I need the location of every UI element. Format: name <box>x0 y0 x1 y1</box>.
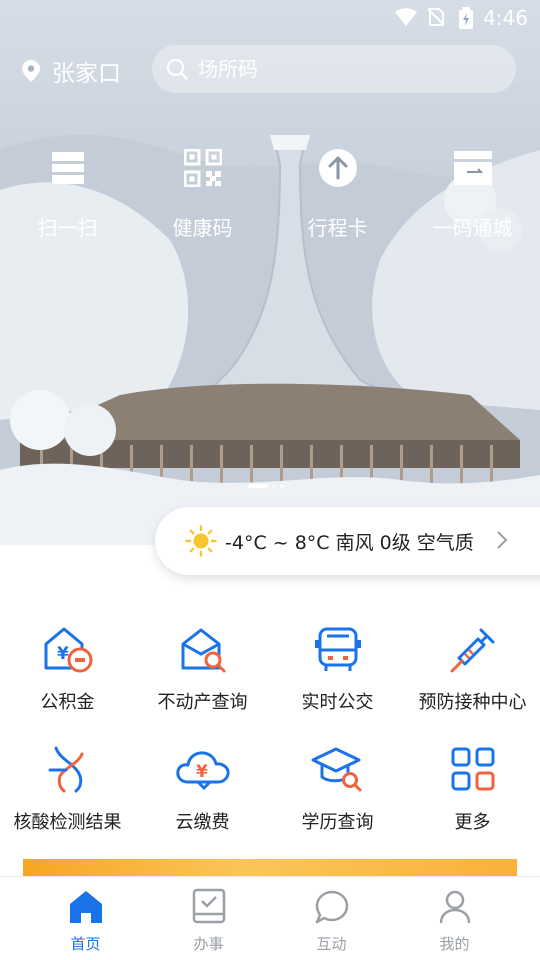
service-grid: ¥ 公积金 不动产查询 实时公交 预防接种中心 核酸检测结果 ¥ 云缴费 学历查… <box>0 620 540 858</box>
service-label: 核酸检测结果 <box>13 812 122 833</box>
home-icon <box>69 891 102 923</box>
bottom-nav: 首页 办事 互动 我的 <box>0 876 540 960</box>
more-grid-icon <box>451 747 494 791</box>
carousel-dot-active[interactable] <box>248 484 268 488</box>
scan-icon <box>51 152 84 184</box>
cloud-payment-icon: ¥ <box>175 751 230 791</box>
quick-action-label: 行程卡 <box>307 216 368 240</box>
status-bar: 4:46 <box>0 0 540 36</box>
quick-actions: 扫一扫 健康码 行程卡 一码通城 <box>0 138 540 241</box>
service-label: 预防接种中心 <box>418 692 527 713</box>
tab-label: 互动 <box>316 935 347 953</box>
svg-text:¥: ¥ <box>196 762 208 782</box>
bus-icon <box>314 627 361 671</box>
tab-profile[interactable]: 我的 <box>393 877 516 960</box>
service-vaccination[interactable]: 预防接种中心 <box>405 620 540 738</box>
search-icon <box>166 58 188 80</box>
tab-interact[interactable]: 互动 <box>270 877 393 960</box>
quick-action-trip-card[interactable]: 行程卡 <box>270 138 405 241</box>
qr-code-icon <box>183 149 222 187</box>
service-education[interactable]: 学历查询 <box>270 740 405 858</box>
svg-text:¥: ¥ <box>57 644 69 664</box>
tab-label: 办事 <box>193 935 224 953</box>
chat-icon <box>315 890 348 924</box>
service-more[interactable]: 更多 <box>405 740 540 858</box>
quick-action-city-pass[interactable]: 一码通城 <box>405 138 540 241</box>
service-nucleic-test[interactable]: 核酸检测结果 <box>0 740 135 858</box>
weather-text: -4°C ~ 8°C 南风 0级 空气质量 <box>225 531 473 554</box>
service-label: 不动产查询 <box>157 692 248 713</box>
service-label: 云缴费 <box>175 812 230 833</box>
service-housing-fund[interactable]: ¥ 公积金 <box>0 620 135 738</box>
profile-icon <box>439 890 470 924</box>
sun-icon <box>185 525 217 557</box>
carousel-dot[interactable] <box>272 484 276 488</box>
service-label: 学历查询 <box>301 812 374 833</box>
search-input[interactable] <box>198 57 498 81</box>
service-cloud-payment[interactable]: ¥ 云缴费 <box>135 740 270 858</box>
upload-arrow-icon <box>318 149 357 187</box>
no-sim-icon <box>427 8 445 26</box>
housing-fund-icon: ¥ <box>44 627 92 673</box>
service-real-estate[interactable]: 不动产查询 <box>135 620 270 738</box>
chevron-right-icon <box>497 531 508 549</box>
carousel-indicator <box>248 484 284 488</box>
service-label: 公积金 <box>40 692 95 713</box>
weather-widget[interactable]: -4°C ~ 8°C 南风 0级 空气质量 <box>155 507 540 575</box>
tab-label: 首页 <box>70 935 101 953</box>
tab-tasks[interactable]: 办事 <box>147 877 270 960</box>
education-search-icon <box>311 747 361 792</box>
tasks-icon <box>192 888 225 924</box>
quick-action-health-code[interactable]: 健康码 <box>135 138 270 241</box>
quick-action-label: 一码通城 <box>432 216 513 240</box>
carousel-dot[interactable] <box>280 484 284 488</box>
wifi-icon <box>395 8 417 26</box>
battery-charging-icon <box>459 7 473 29</box>
tab-label: 我的 <box>439 935 470 953</box>
quick-action-label: 扫一扫 <box>37 216 98 240</box>
search-bar[interactable] <box>152 45 516 93</box>
card-icon <box>453 151 492 185</box>
syringe-icon <box>450 628 494 673</box>
quick-action-scan[interactable]: 扫一扫 <box>0 138 135 241</box>
dna-icon <box>48 746 83 793</box>
city-name: 张家口 <box>52 61 121 87</box>
real-estate-search-icon <box>181 628 225 673</box>
tab-home[interactable]: 首页 <box>24 877 147 960</box>
clock: 4:46 <box>483 6 528 30</box>
service-label: 更多 <box>454 812 491 833</box>
location-pin-icon <box>22 60 40 82</box>
quick-action-label: 健康码 <box>172 216 233 240</box>
service-bus[interactable]: 实时公交 <box>270 620 405 738</box>
location-selector[interactable]: 张家口 <box>22 54 121 88</box>
service-label: 实时公交 <box>301 692 374 713</box>
